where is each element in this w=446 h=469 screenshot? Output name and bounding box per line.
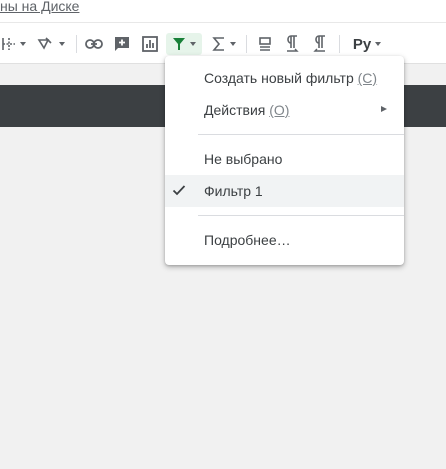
menu-item-more-info[interactable]: Подробнее… [165, 224, 404, 256]
menu-item-none-selected[interactable]: Не выбрано [165, 143, 404, 175]
shortcut-hint: (О) [269, 102, 290, 118]
input-tools-button[interactable]: Ру [349, 33, 385, 55]
functions-button[interactable] [208, 33, 240, 55]
chevron-down-icon [20, 42, 26, 46]
submenu-arrow-icon [381, 106, 387, 112]
chevron-down-icon [230, 42, 236, 46]
drive-status-link[interactable]: ны на Диске [0, 0, 79, 14]
chevron-down-icon [59, 42, 65, 46]
toolbar-divider [246, 35, 247, 53]
input-tools-icon: Ру [352, 35, 372, 53]
insert-chart-button[interactable] [140, 33, 160, 55]
text-ltr-button[interactable] [283, 33, 301, 55]
insert-comment-button[interactable] [112, 33, 132, 55]
toolbar-divider [76, 35, 77, 53]
borders-icon [2, 37, 16, 51]
shortcut-hint: (С) [357, 70, 378, 86]
text-direction-icon [258, 36, 272, 52]
text-ltr-icon [285, 35, 299, 53]
fill-color-button[interactable] [34, 33, 68, 55]
menu-separator [198, 215, 404, 216]
text-direction-button[interactable] [256, 33, 274, 55]
insert-comment-icon [114, 36, 130, 52]
text-rtl-button[interactable] [311, 33, 329, 55]
menu-item-filter-1[interactable]: Фильтр 1 [165, 175, 404, 207]
borders-button[interactable] [0, 33, 28, 55]
fill-color-icon [37, 36, 55, 52]
checkmark-icon [172, 183, 186, 200]
insert-chart-icon [142, 36, 158, 52]
menu-separator [198, 134, 404, 135]
filter-views-menu: Создать новый фильтр (С) Действия (О) Не… [165, 56, 404, 265]
functions-icon [212, 37, 226, 51]
chevron-down-icon [375, 42, 382, 46]
menu-item-actions[interactable]: Действия (О) [165, 94, 404, 126]
top-bar: ны на Диске [0, 0, 446, 22]
toolbar-divider [339, 35, 340, 53]
menu-item-create-filter[interactable]: Создать новый фильтр (С) [165, 62, 404, 94]
chevron-down-icon [190, 42, 196, 46]
text-rtl-icon [313, 35, 327, 53]
filter-button[interactable] [166, 33, 202, 55]
insert-link-button[interactable] [84, 33, 104, 55]
insert-link-icon [85, 39, 103, 49]
filter-icon [172, 37, 186, 51]
